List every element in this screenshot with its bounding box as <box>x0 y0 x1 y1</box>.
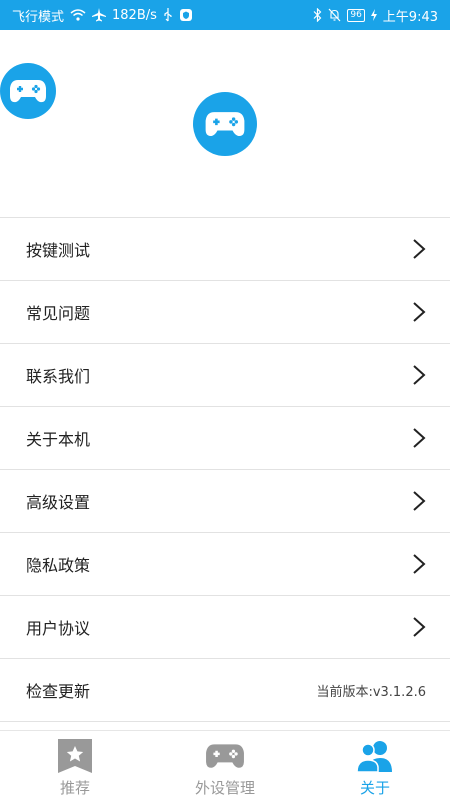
users-icon <box>355 737 395 775</box>
clock: 上午9:43 <box>382 9 438 25</box>
charging-icon <box>370 9 377 21</box>
menu-item-label: 联系我们 <box>26 367 91 386</box>
chevron-right-icon <box>412 238 426 260</box>
menu-item-about-device[interactable]: 关于本机 <box>0 407 450 470</box>
chevron-right-icon <box>412 490 426 512</box>
network-speed: 182B/s <box>112 7 157 23</box>
floating-gamepad-button[interactable] <box>0 63 56 119</box>
menu-item-key-test[interactable]: 按键测试 <box>0 218 450 281</box>
menu-item-label: 高级设置 <box>26 493 91 512</box>
menu-item-label: 检查更新 <box>26 682 91 701</box>
status-right: 96 上午9:43 <box>313 6 438 25</box>
menu-item-user-agreement[interactable]: 用户协议 <box>0 596 450 659</box>
bluetooth-icon <box>313 8 322 22</box>
current-version: 当前版本:v3.1.2.6 <box>316 684 426 700</box>
battery-level: 96 <box>347 8 365 22</box>
menu-item-advanced-settings[interactable]: 高级设置 <box>0 470 450 533</box>
mute-bell-icon <box>328 8 341 22</box>
status-left: 飞行模式 182B/s <box>12 6 193 25</box>
chevron-right-icon <box>412 427 426 449</box>
menu-item-label: 关于本机 <box>26 430 91 449</box>
chevron-right-icon <box>412 616 426 638</box>
menu-item-contact-us[interactable]: 联系我们 <box>0 344 450 407</box>
gamepad-icon <box>205 112 245 136</box>
menu-item-check-update[interactable]: 检查更新 当前版本:v3.1.2.6 <box>0 659 450 722</box>
menu-item-faq[interactable]: 常见问题 <box>0 281 450 344</box>
about-menu: 按键测试 常见问题 联系我们 关于本机 高级设置 隐私政策 用户协议 检查更新 … <box>0 217 450 722</box>
tab-device-management[interactable]: 外设管理 <box>150 731 300 800</box>
airplane-icon <box>92 8 107 22</box>
star-bookmark-icon <box>55 737 95 775</box>
airplane-mode-label: 飞行模式 <box>12 9 65 25</box>
tab-recommend[interactable]: 推荐 <box>0 731 150 800</box>
bottom-tab-bar: 推荐 外设管理 关于 <box>0 730 450 800</box>
shield-app-icon <box>179 8 193 22</box>
chevron-right-icon <box>412 553 426 575</box>
tab-label: 关于 <box>359 779 390 797</box>
wifi-icon <box>70 9 86 21</box>
chevron-right-icon <box>412 364 426 386</box>
gamepad-icon <box>10 80 46 103</box>
menu-item-privacy-policy[interactable]: 隐私政策 <box>0 533 450 596</box>
tab-label: 外设管理 <box>194 779 255 797</box>
usb-icon <box>163 8 173 22</box>
menu-item-label: 用户协议 <box>26 619 91 638</box>
app-logo <box>193 92 257 156</box>
gamepad-icon <box>205 737 245 775</box>
status-bar: 飞行模式 182B/s 96 上午9:43 <box>0 0 450 30</box>
menu-item-label: 隐私政策 <box>26 556 91 575</box>
menu-item-label: 常见问题 <box>26 304 91 323</box>
tab-about[interactable]: 关于 <box>300 731 450 800</box>
tab-label: 推荐 <box>59 779 90 797</box>
chevron-right-icon <box>412 301 426 323</box>
menu-item-label: 按键测试 <box>26 241 91 260</box>
